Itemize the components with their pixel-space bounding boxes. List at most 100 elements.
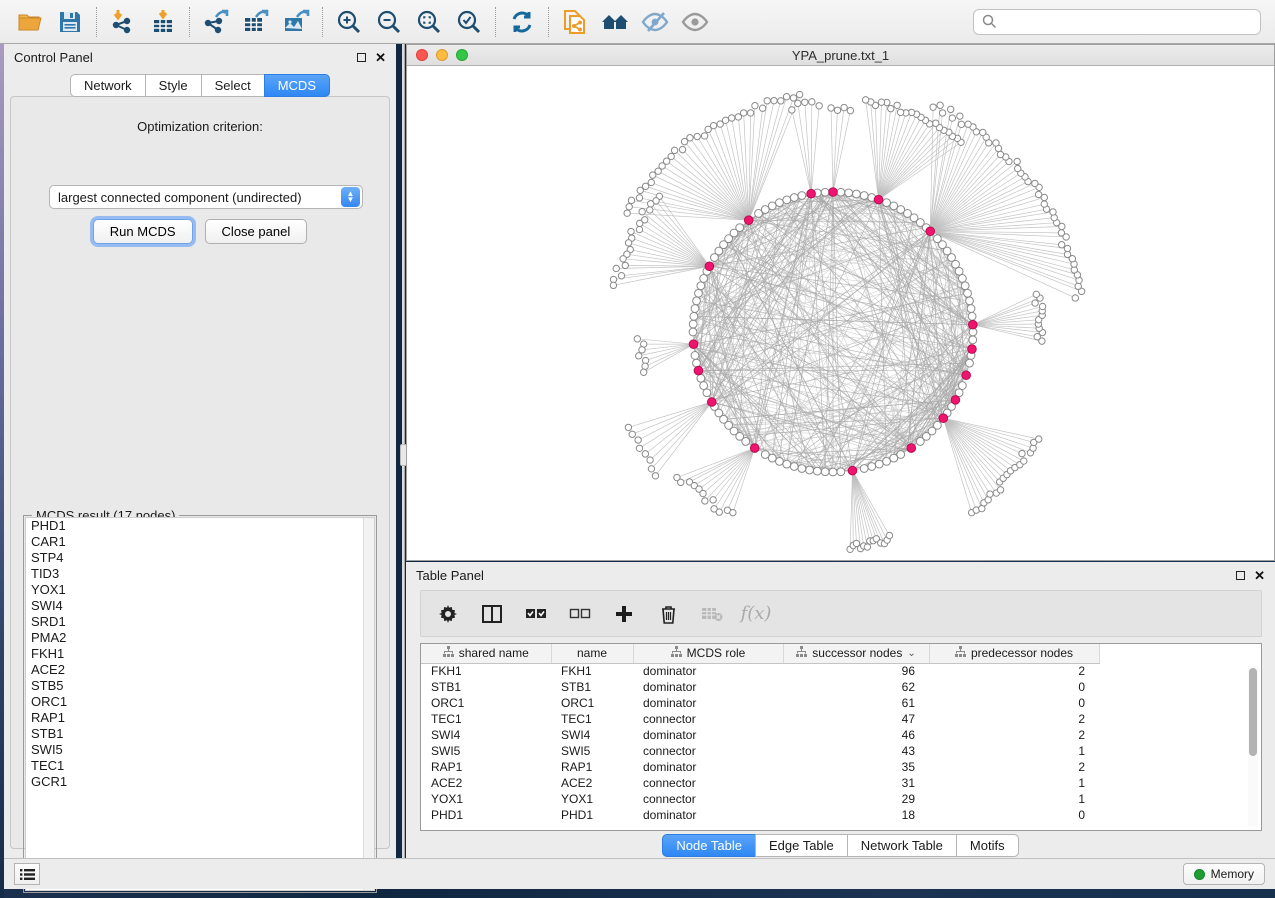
list-item[interactable]: SRD1 xyxy=(26,614,374,630)
graph-node[interactable] xyxy=(1015,165,1021,171)
table-cell[interactable]: connector xyxy=(633,791,783,807)
table-cell[interactable]: dominator xyxy=(633,759,783,775)
graph-node[interactable] xyxy=(821,188,829,196)
graph-node[interactable] xyxy=(790,463,798,471)
graph-node[interactable] xyxy=(1035,191,1041,197)
table-cell[interactable]: TEC1 xyxy=(421,711,551,727)
graph-mcds-node[interactable] xyxy=(968,345,977,354)
table-cell[interactable]: connector xyxy=(633,743,783,759)
table-cell[interactable]: 0 xyxy=(929,679,1099,695)
graph-node[interactable] xyxy=(730,509,736,515)
column-header-name[interactable]: name xyxy=(551,644,633,663)
graph-node[interactable] xyxy=(610,282,616,288)
graph-node[interactable] xyxy=(691,305,699,313)
graph-node[interactable] xyxy=(776,457,784,465)
graph-node[interactable] xyxy=(1036,436,1042,442)
graph-node[interactable] xyxy=(860,192,868,200)
graph-node[interactable] xyxy=(966,297,974,305)
table-cell[interactable]: PHD1 xyxy=(421,807,551,823)
graph-node[interactable] xyxy=(955,267,963,275)
graph-node[interactable] xyxy=(636,220,642,226)
graph-mcds-node[interactable] xyxy=(951,396,960,405)
graph-node[interactable] xyxy=(933,120,939,126)
graph-node[interactable] xyxy=(648,466,654,472)
table-cell[interactable]: connector xyxy=(633,711,783,727)
graph-node[interactable] xyxy=(636,445,642,451)
table-cell[interactable]: 29 xyxy=(783,791,929,807)
table-cell[interactable]: YOX1 xyxy=(551,791,633,807)
list-item[interactable]: PHD1 xyxy=(26,518,374,534)
graph-mcds-node[interactable] xyxy=(689,340,698,349)
list-item[interactable]: YOX1 xyxy=(26,582,374,598)
graph-node[interactable] xyxy=(693,297,701,305)
graph-node[interactable] xyxy=(691,352,699,360)
graph-node[interactable] xyxy=(790,194,798,202)
graph-node[interactable] xyxy=(697,374,705,382)
close-panel-button[interactable]: Close panel xyxy=(205,219,308,244)
graph-node[interactable] xyxy=(958,121,964,127)
graph-node[interactable] xyxy=(958,275,966,283)
table-cell[interactable]: YOX1 xyxy=(421,791,551,807)
table-cell[interactable]: dominator xyxy=(633,663,783,679)
graph-node[interactable] xyxy=(650,172,656,178)
graph-node[interactable] xyxy=(637,187,643,193)
table-cell[interactable]: 35 xyxy=(783,759,929,775)
graph-node[interactable] xyxy=(939,110,945,116)
zoom-in-icon[interactable] xyxy=(329,4,369,40)
graph-node[interactable] xyxy=(652,473,658,479)
open-icon[interactable] xyxy=(10,4,50,40)
table-cell[interactable]: TEC1 xyxy=(551,711,633,727)
graph-node[interactable] xyxy=(764,98,770,104)
table-cell[interactable]: dominator xyxy=(633,727,783,743)
graph-node[interactable] xyxy=(768,202,776,210)
graph-node[interactable] xyxy=(948,106,954,112)
graph-node[interactable] xyxy=(837,188,845,196)
table-row[interactable]: FKH1FKH1dominator962 xyxy=(421,663,1099,679)
export-table-icon[interactable] xyxy=(236,4,276,40)
save-icon[interactable] xyxy=(50,4,90,40)
graph-mcds-node[interactable] xyxy=(705,262,714,271)
table-cell[interactable]: 18 xyxy=(783,807,929,823)
graph-node[interactable] xyxy=(752,102,758,108)
table-cell[interactable]: 31 xyxy=(783,775,929,791)
graph-mcds-node[interactable] xyxy=(874,195,883,204)
graph-node[interactable] xyxy=(878,99,884,105)
graph-node[interactable] xyxy=(916,438,924,446)
graph-node[interactable] xyxy=(888,105,894,111)
graph-mcds-node[interactable] xyxy=(807,189,816,198)
graph-node[interactable] xyxy=(795,100,801,106)
graph-node[interactable] xyxy=(886,532,892,538)
graph-node[interactable] xyxy=(949,115,955,121)
table-cell[interactable]: 46 xyxy=(783,727,929,743)
graph-node[interactable] xyxy=(837,468,845,476)
graph-node[interactable] xyxy=(845,189,853,197)
tab-motifs[interactable]: Motifs xyxy=(956,834,1019,857)
graph-mcds-node[interactable] xyxy=(939,414,948,423)
graph-node[interactable] xyxy=(1041,201,1047,207)
select-all-icon[interactable] xyxy=(521,599,551,629)
graph-node[interactable] xyxy=(678,479,684,485)
graph-node[interactable] xyxy=(771,97,777,103)
graph-node[interactable] xyxy=(816,103,822,109)
graph-node[interactable] xyxy=(1032,180,1038,186)
table-cell[interactable]: RAP1 xyxy=(551,759,633,775)
graph-node[interactable] xyxy=(783,460,791,468)
graph-node[interactable] xyxy=(834,107,840,113)
graph-node[interactable] xyxy=(1058,242,1064,248)
panel-splitter[interactable] xyxy=(402,44,405,858)
graph-node[interactable] xyxy=(636,226,642,232)
table-cell[interactable]: SWI4 xyxy=(551,727,633,743)
list-item[interactable]: PMA2 xyxy=(26,630,374,646)
graph-node[interactable] xyxy=(802,99,808,105)
graph-node[interactable] xyxy=(622,262,628,268)
graph-node[interactable] xyxy=(997,151,1003,157)
list-item[interactable]: ORC1 xyxy=(26,694,374,710)
table-scrollbar[interactable] xyxy=(1248,666,1258,826)
graph-node[interactable] xyxy=(961,282,969,290)
column-header-predecessor-nodes[interactable]: predecessor nodes xyxy=(929,644,1099,663)
create-column-icon[interactable] xyxy=(609,599,639,629)
table-cell[interactable]: ORC1 xyxy=(421,695,551,711)
graph-node[interactable] xyxy=(736,224,744,232)
graph-node[interactable] xyxy=(624,210,630,216)
graph-node[interactable] xyxy=(636,353,642,359)
